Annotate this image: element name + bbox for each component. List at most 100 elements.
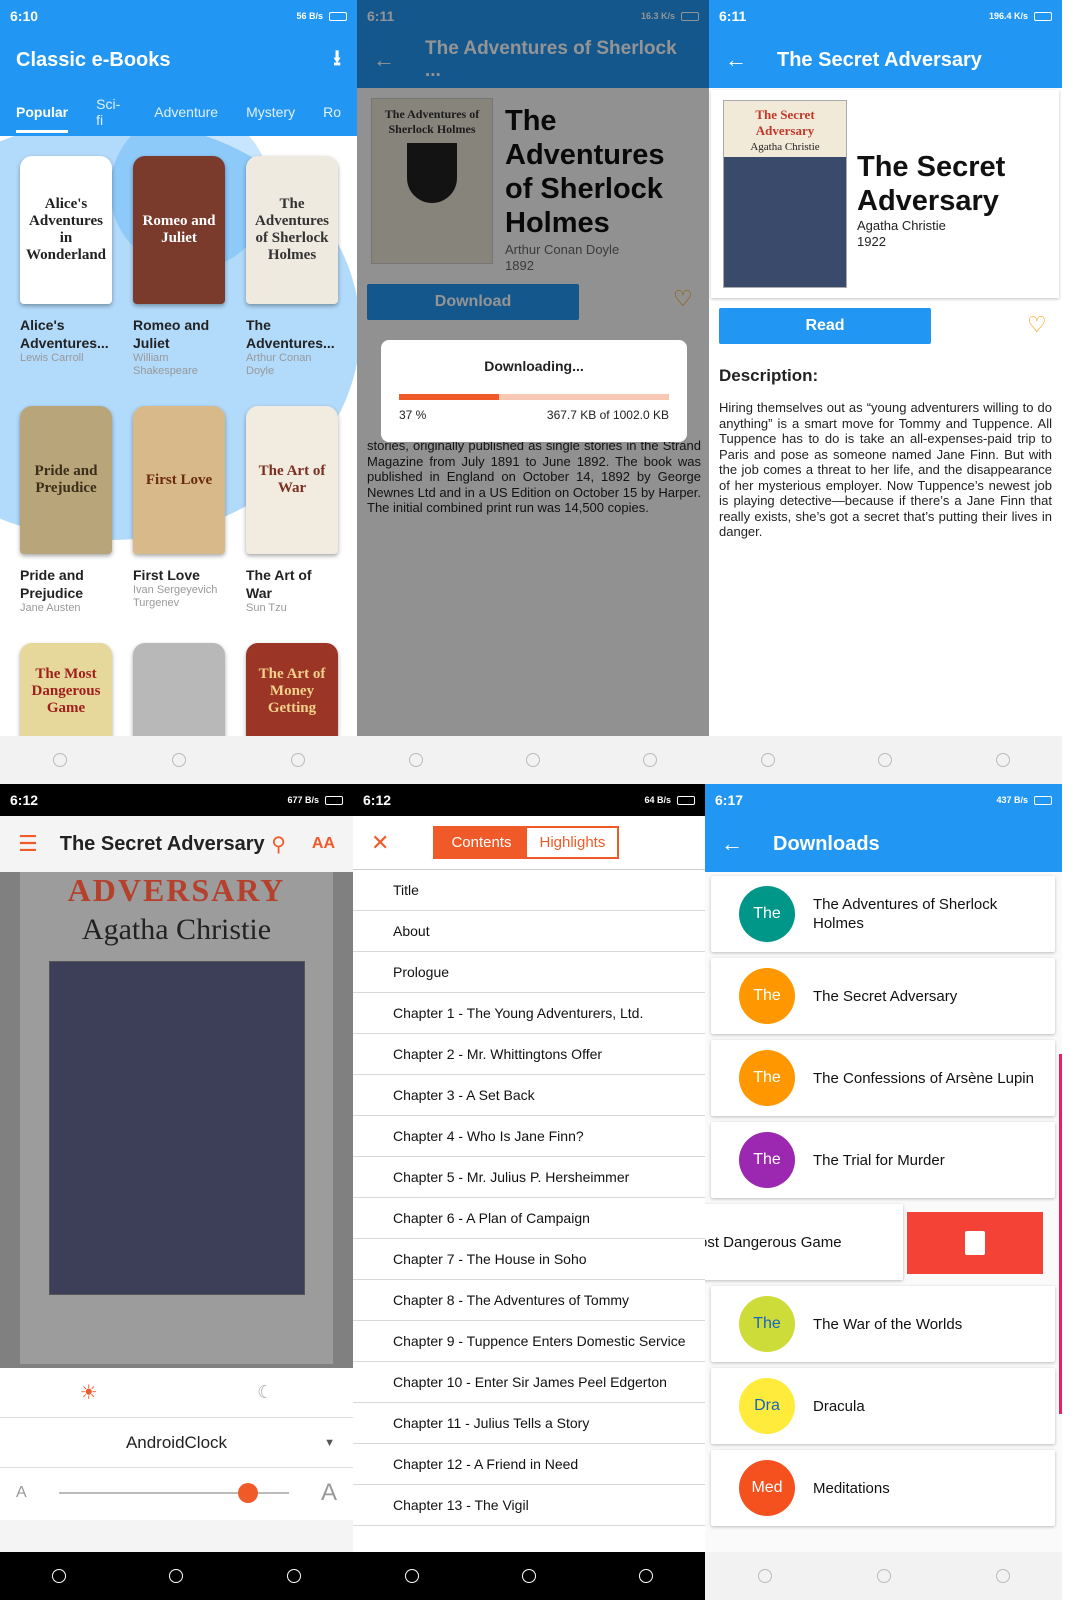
progress-size: 367.7 KB of 1002.0 KB: [546, 408, 669, 422]
book-item[interactable]: [133, 643, 228, 751]
book-author: Arthur Conan Doyle: [246, 352, 312, 377]
tab-contents[interactable]: Contents: [435, 828, 528, 857]
menu-icon[interactable]: ☰: [18, 831, 38, 857]
toc-list: Title About Prologue Chapter 1 - The Young …: [353, 870, 705, 1526]
dialog-title: Downloading...: [484, 358, 584, 374]
book-item[interactable]: Alice's Adventures in Wonderland Alice's …: [20, 156, 115, 378]
settings-sheet: ☀ ☾ AndroidClock ▼ A A: [0, 1368, 353, 1520]
tab-adventure[interactable]: Adventure: [154, 104, 218, 120]
cover-line-author: Agatha Christie: [81, 913, 272, 946]
toc-item[interactable]: About: [353, 911, 705, 952]
toc-item[interactable]: Chapter 13 - The Vigil: [353, 1485, 705, 1526]
toc-item[interactable]: Chapter 4 - Who Is Jane Finn?: [353, 1116, 705, 1157]
download-item[interactable]: The The Trial for Murder: [711, 1122, 1055, 1198]
back-nav-icon[interactable]: [404, 1569, 419, 1583]
toc-item[interactable]: Chapter 5 - Mr. Julius P. Hersheimmer: [353, 1157, 705, 1198]
battery-icon: [1034, 11, 1052, 21]
download-item[interactable]: The The Confessions of Arsène Lupin: [711, 1040, 1055, 1116]
cover-illustration: [48, 961, 305, 1295]
font-select[interactable]: AndroidClock ▼: [0, 1418, 353, 1468]
home-nav-icon[interactable]: [876, 1569, 891, 1583]
toc-item[interactable]: Chapter 2 - Mr. Whittingtons Offer: [353, 1034, 705, 1075]
home-nav-icon[interactable]: [171, 753, 186, 767]
recents-nav-icon[interactable]: [995, 1569, 1010, 1583]
book-title: The Art of War: [246, 567, 312, 601]
status-bar: 6:12 677 B/s: [0, 784, 353, 816]
book-avatar: The: [739, 886, 795, 942]
home-nav-icon[interactable]: [525, 753, 540, 767]
download-title: Dracula: [813, 1397, 865, 1415]
status-bar: 6:10 56 B/s: [0, 0, 357, 32]
book-cover: First Love: [133, 406, 225, 554]
download-item[interactable]: Dra Dracula: [711, 1368, 1055, 1444]
recents-nav-icon[interactable]: [287, 1569, 302, 1583]
toc-item[interactable]: Chapter 12 - A Friend in Need: [353, 1444, 705, 1485]
toc-item[interactable]: Chapter 6 - A Plan of Campaign: [353, 1198, 705, 1239]
status-net: 677 B/s: [287, 795, 319, 805]
recents-nav-icon[interactable]: [996, 753, 1011, 767]
font-size-slider[interactable]: [58, 1483, 289, 1503]
back-nav-icon[interactable]: [757, 1569, 772, 1583]
description-text: Hiring themselves out as “young adventur…: [719, 400, 1052, 539]
tab-popular[interactable]: Popular: [16, 104, 69, 133]
download-icon[interactable]: ⭳: [333, 41, 341, 79]
recents-nav-icon[interactable]: [290, 753, 305, 767]
back-nav-icon[interactable]: [760, 753, 775, 767]
home-nav-icon[interactable]: [878, 753, 893, 767]
recents-nav-icon[interactable]: [643, 753, 658, 767]
back-nav-icon[interactable]: [408, 753, 423, 767]
slider-thumb[interactable]: [237, 1483, 258, 1503]
toc-item[interactable]: Chapter 1 - The Young Adventurers, Ltd.: [353, 993, 705, 1034]
book-item[interactable]: The Adventures of Sherlock Holmes The Adv…: [246, 156, 341, 378]
back-nav-icon[interactable]: [51, 1569, 66, 1583]
home-nav-icon[interactable]: [521, 1569, 536, 1583]
toc-item[interactable]: Chapter 10 - Enter Sir James Peel Edgert…: [353, 1362, 705, 1403]
toc-item[interactable]: Chapter 11 - Julius Tells a Story: [353, 1403, 705, 1444]
download-item[interactable]: ost Dangerous Game: [705, 1204, 903, 1280]
tab-highlights[interactable]: Highlights: [527, 828, 617, 857]
toc-item[interactable]: Chapter 9 - Tuppence Enters Domestic Ser…: [353, 1321, 705, 1362]
book-item[interactable]: Romeo and Juliet Romeo and Juliet William …: [133, 156, 228, 378]
download-item[interactable]: The The Secret Adversary: [711, 958, 1055, 1034]
light-theme-icon[interactable]: ☀: [80, 1380, 98, 1405]
font-settings-icon[interactable]: AA: [312, 835, 335, 853]
reader-title: The Secret Adversary: [59, 832, 265, 855]
tab-mystery[interactable]: Mystery: [246, 104, 295, 120]
home-nav-icon[interactable]: [169, 1569, 184, 1583]
status-time: 6:12: [10, 792, 39, 808]
download-item[interactable]: The The Adventures of Sherlock Holmes: [711, 876, 1055, 952]
tab-romance[interactable]: Ro: [323, 104, 341, 120]
back-arrow-icon[interactable]: ←: [721, 831, 743, 857]
book-item[interactable]: The Art of War The Art of War Sun Tzu: [246, 406, 341, 615]
back-nav-icon[interactable]: [52, 753, 67, 767]
book-item[interactable]: First Love First Love Ivan Sergeyevich Tur…: [133, 406, 228, 615]
toc-item[interactable]: Chapter 7 - The House in Soho: [353, 1239, 705, 1280]
close-icon[interactable]: ✕: [371, 830, 389, 856]
book-cover: [133, 643, 225, 739]
toc-item[interactable]: Prologue: [353, 952, 705, 993]
book-avatar: The: [739, 968, 795, 1024]
toc-item[interactable]: Title: [353, 870, 705, 911]
toc-item[interactable]: Chapter 8 - The Adventures of Tommy: [353, 1280, 705, 1321]
read-button[interactable]: Read: [719, 308, 931, 344]
dark-theme-icon[interactable]: ☾: [257, 1382, 273, 1403]
back-arrow-icon[interactable]: ←: [725, 47, 747, 73]
download-item[interactable]: Med Meditations: [711, 1450, 1055, 1526]
book-item[interactable]: Pride and Prejudice Pride and Prejudice Ja…: [20, 406, 115, 615]
recents-nav-icon[interactable]: [639, 1569, 654, 1583]
panel-contents: 6:12 64 B/s ✕ Contents Highlights Title A…: [353, 784, 705, 1600]
page-content: ADVERSARY Agatha Christie: [0, 872, 353, 1372]
toc-item[interactable]: Chapter 3 - A Set Back: [353, 1075, 705, 1116]
book-avatar: The: [739, 1132, 795, 1188]
book-avatar: Dra: [739, 1378, 795, 1434]
search-icon[interactable]: ⚲: [271, 832, 286, 857]
book-title: The Secret Adversary: [857, 151, 1006, 217]
heart-icon[interactable]: ♡: [1027, 312, 1047, 338]
book-item[interactable]: The Art of Money Getting: [246, 643, 341, 751]
download-item[interactable]: The The War of the Worlds: [711, 1286, 1055, 1362]
cover-author: Agatha Christie: [724, 141, 846, 157]
delete-button[interactable]: [907, 1212, 1043, 1274]
status-bar: 6:17 437 B/s: [705, 784, 1062, 816]
tab-scifi[interactable]: Sci-fi: [96, 96, 126, 128]
book-item[interactable]: The Most Dangerous Game: [20, 643, 115, 751]
